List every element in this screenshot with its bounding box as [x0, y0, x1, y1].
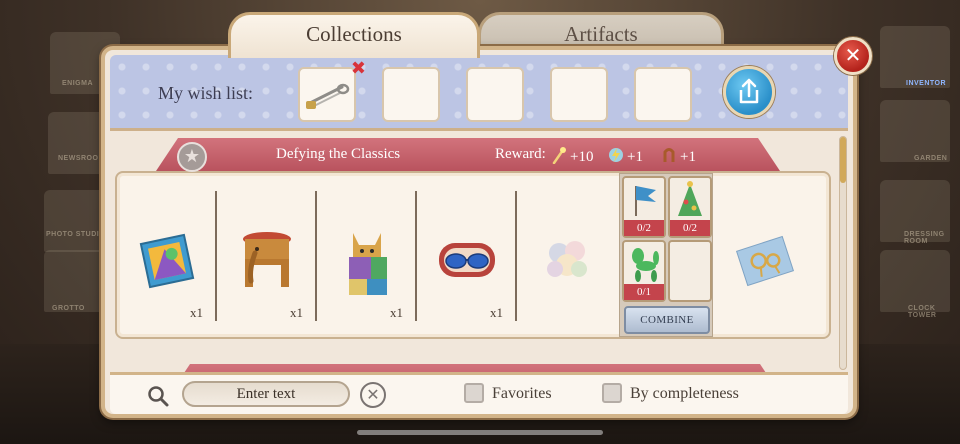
collection-card: x1 x1 x1 x1 0/2 0/2 0/1 COMBINE [115, 171, 831, 339]
combine-count: 0/1 [624, 284, 664, 300]
search-input[interactable] [182, 381, 350, 407]
star-icon[interactable]: ★ [177, 142, 207, 172]
background-label-photo-studio[interactable]: PHOTO STUDIO [46, 231, 105, 238]
balloon-dog-icon [632, 248, 659, 282]
flag-icon [635, 186, 656, 216]
wish-list-label: My wish list: [158, 83, 254, 103]
background-building [880, 250, 950, 312]
reward-value-3: +1 [680, 149, 696, 165]
safety-pin-icon [306, 83, 350, 109]
home-indicator [357, 430, 603, 435]
close-button[interactable]: ✕ [834, 37, 872, 75]
background-building [880, 100, 950, 162]
scrollbar-thumb[interactable] [840, 137, 846, 183]
completeness-label[interactable]: By completeness [630, 385, 739, 403]
collection-item[interactable]: x1 [217, 191, 317, 321]
party-hat-icon [678, 181, 702, 216]
collection-title: Defying the Classics [276, 146, 401, 162]
wish-slot-5[interactable] [634, 67, 692, 122]
collection-item[interactable]: x1 [117, 191, 217, 321]
background-label-newsroom[interactable]: NEWSROOM [58, 155, 105, 162]
share-button[interactable] [723, 66, 775, 118]
item-quantity: x1 [290, 305, 303, 320]
combine-slot[interactable]: 0/1 [622, 240, 666, 302]
reward-energy: +1 [608, 146, 643, 166]
colorful-picture-icon [139, 233, 195, 289]
clear-icon: ✕ [366, 385, 380, 404]
collection-item[interactable]: x1 [417, 191, 517, 321]
background-building [880, 26, 950, 88]
collections-list: ★ Defying the Classics Reward: +10 +1 +1 [110, 134, 836, 374]
collection-item[interactable]: x1 [317, 191, 417, 321]
wish-list: My wish list: ✖ [110, 55, 848, 131]
completeness-checkbox[interactable] [602, 383, 622, 403]
background-label-garden[interactable]: GARDEN [914, 155, 947, 162]
close-icon: ✕ [844, 43, 862, 67]
elephant-stool-icon [243, 232, 291, 287]
tab-collections[interactable]: Collections [228, 12, 480, 58]
combine-slot-empty[interactable] [668, 240, 712, 302]
flower-bouquet-icon [547, 241, 587, 277]
combine-button[interactable]: COMBINE [624, 306, 710, 334]
item-quantity: x1 [490, 305, 503, 320]
share-icon [739, 78, 759, 104]
reward-coins: +10 [551, 146, 593, 166]
reward-value-1: +10 [570, 149, 594, 165]
combine-count: 0/2 [670, 220, 710, 236]
collections-panel: My wish list: ✖ ★ Defying the Classics R… [101, 46, 857, 418]
search-icon[interactable] [146, 384, 170, 408]
favorites-checkbox[interactable] [464, 383, 484, 403]
item-quantity: x1 [190, 305, 203, 320]
background-label-dressing-room[interactable]: DRESSING ROOM [904, 231, 960, 245]
clear-search-button[interactable]: ✕ [360, 382, 386, 408]
jewelry-pattern-icon [735, 235, 795, 287]
artifact-item[interactable] [719, 191, 819, 321]
combine-count: 0/2 [624, 220, 664, 236]
combine-slot[interactable]: 0/2 [668, 176, 712, 238]
wish-slot-3[interactable] [466, 67, 524, 122]
search-bar: ✕ Favorites By completeness [110, 372, 848, 414]
favorites-label[interactable]: Favorites [492, 385, 552, 403]
item-quantity: x1 [390, 305, 403, 320]
horseshoe-charm-icon [663, 148, 675, 162]
wish-slot-2[interactable] [382, 67, 440, 122]
magic-wand-icon [552, 147, 566, 164]
wish-remove-icon[interactable]: ✖ [351, 60, 366, 78]
scrollbar[interactable] [839, 136, 847, 370]
background-label-inventor[interactable]: INVENTOR [906, 80, 946, 87]
glasses-case-icon [439, 243, 495, 277]
combine-panel: 0/2 0/2 0/1 COMBINE [619, 173, 713, 337]
background-label-grotto[interactable]: GROTTO [52, 305, 85, 312]
reward-label: Reward: [495, 146, 546, 162]
reward-value-2: +1 [627, 149, 643, 165]
wish-slot-1[interactable]: ✖ [298, 60, 366, 122]
cubist-cat-icon [349, 233, 387, 295]
lightning-icon [609, 148, 623, 162]
collection-header: Defying the Classics Reward: +10 +1 +1 [156, 138, 780, 171]
background-label-clock-tower[interactable]: CLOCK TOWER [908, 305, 960, 319]
reward-charm: +1 [661, 146, 696, 166]
wish-slot-4[interactable] [550, 67, 608, 122]
background-label-enigma[interactable]: ENIGMA [62, 80, 93, 87]
combine-slot[interactable]: 0/2 [622, 176, 666, 238]
collection-result-item[interactable] [517, 191, 617, 321]
